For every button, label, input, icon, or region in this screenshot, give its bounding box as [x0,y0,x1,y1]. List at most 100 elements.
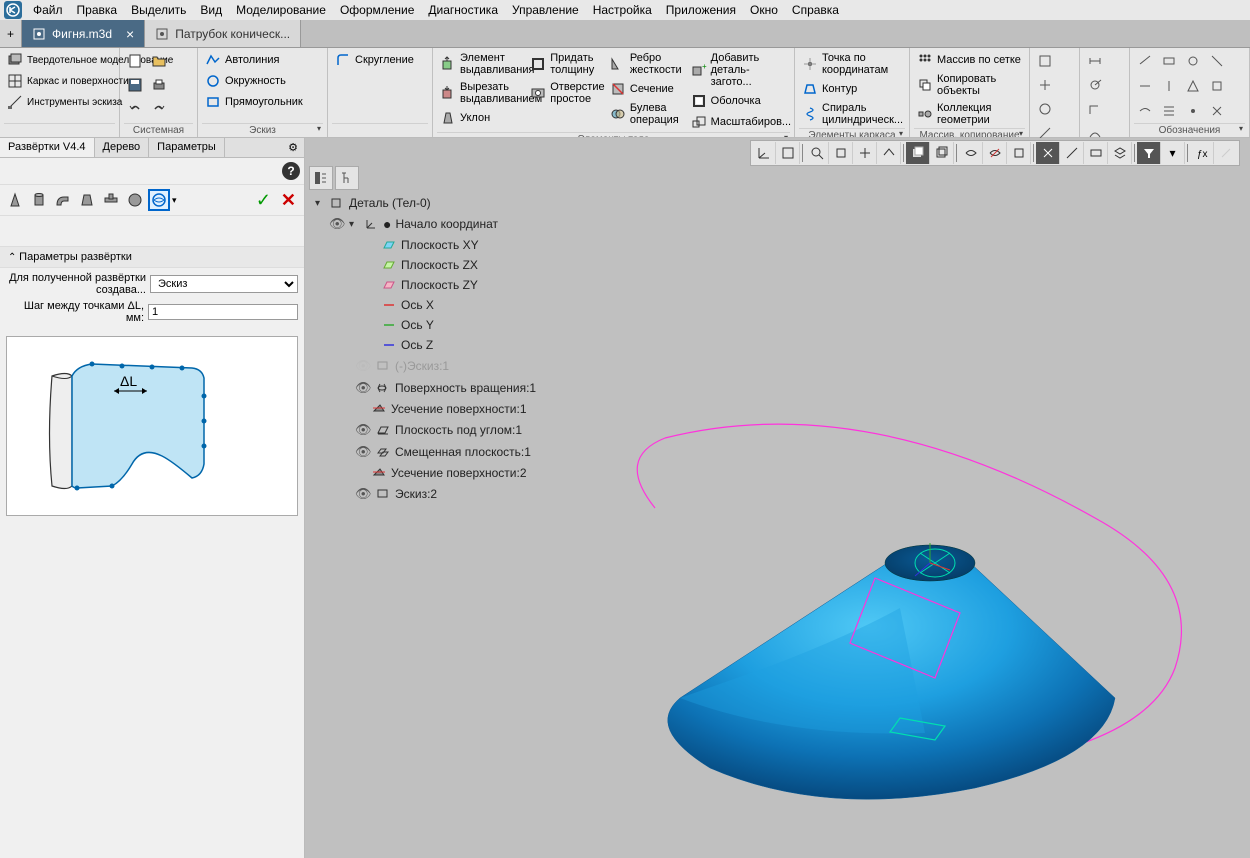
shape-transition[interactable] [76,189,98,211]
annot-btn-8[interactable] [1206,75,1228,97]
dim-btn-1[interactable] [1084,50,1106,72]
dim-btn-3[interactable] [1084,98,1106,120]
tree-revolve[interactable]: 👁Поверхность вращения:1 [315,377,536,399]
rectangle-button[interactable]: Прямоугольник [202,92,323,112]
vbtn-edit[interactable] [1214,142,1238,164]
annot-btn-5[interactable] [1134,75,1156,97]
spiral-button[interactable]: Спираль цилиндрическ... [799,100,905,128]
menu-select[interactable]: Выделить [124,1,193,19]
step-input[interactable] [148,304,298,320]
save-button[interactable] [124,74,146,96]
visibility-icon[interactable]: 👁 [355,444,371,460]
expand-icon[interactable]: ▾ [349,219,359,230]
tab-params[interactable]: Параметры [149,138,225,157]
close-tab-icon[interactable]: × [126,26,134,42]
vbtn-dropdown[interactable]: ▾ [1161,142,1185,164]
shape-custom[interactable] [148,189,170,211]
extrude-button[interactable]: Элемент выдавливания [437,50,525,78]
help-button[interactable]: ? [282,162,300,180]
shell-button[interactable]: Оболочка [688,91,790,111]
tree-offset-plane[interactable]: 👁Смещенная плоскость:1 [315,441,536,463]
params-section-title[interactable]: Параметры развёртки [0,246,304,268]
menu-settings[interactable]: Настройка [586,1,659,19]
vbtn-measure[interactable] [1060,142,1084,164]
aux-btn-2[interactable] [1034,74,1056,96]
annot-btn-3[interactable] [1182,50,1204,72]
shape-cone[interactable] [4,189,26,211]
undo-button[interactable] [124,98,146,120]
create-as-select[interactable]: Эскиз [150,275,298,293]
annot-btn-11[interactable] [1182,100,1204,122]
annot-btn-4[interactable] [1206,50,1228,72]
viewport-3d[interactable]: ▾ ƒx ▾ Деталь (Тел-0) 👁 ▾ ● Начало коорд… [305,138,1250,858]
menu-design[interactable]: Оформление [333,1,421,19]
open-button[interactable] [148,50,170,72]
dim-btn-2[interactable] [1084,74,1106,96]
tree-sketch2[interactable]: 👁Эскиз:2 [315,483,536,505]
annot-btn-10[interactable] [1158,100,1180,122]
visibility-icon[interactable]: 👁 [355,486,371,502]
tree-origin[interactable]: 👁 ▾ ● Начало координат [315,213,536,235]
scale-button[interactable]: Масштабиров... [688,112,790,132]
tree-expand-button[interactable] [335,166,359,190]
vbtn-section[interactable] [1084,142,1108,164]
contour-button[interactable]: Контур [799,79,905,99]
vbtn-orient[interactable] [877,142,901,164]
new-tab-button[interactable]: + [0,20,22,47]
menu-file[interactable]: Файл [26,1,70,19]
vbtn-wire[interactable] [930,142,954,164]
vbtn-layers[interactable] [1108,142,1132,164]
annot-btn-6[interactable] [1158,75,1180,97]
cut-extrude-button[interactable]: Вырезать выдавливанием [437,79,525,107]
menu-view[interactable]: Вид [193,1,229,19]
menu-window[interactable]: Окно [743,1,785,19]
shape-cylinder[interactable] [28,189,50,211]
panel-settings-button[interactable]: ⚙ [282,138,304,157]
aux-btn-1[interactable] [1034,50,1056,72]
expand-icon[interactable]: ▾ [315,198,325,209]
shape-sphere[interactable] [124,189,146,211]
tab-unfold[interactable]: Развёртки V4.4 [0,138,95,157]
rib-button[interactable]: Ребро жесткости [607,50,686,78]
section-button[interactable]: Сечение [607,79,686,99]
tree-plane-zy[interactable]: Плоскость ZY [315,275,536,295]
shape-tee[interactable] [100,189,122,211]
thicken-button[interactable]: Придать толщину [527,50,605,78]
tree-axis-x[interactable]: Ось X [315,295,536,315]
point-button[interactable]: Точка по координатам [799,50,905,78]
solid-modeling-button[interactable]: Твердотельное моделирование [4,50,115,70]
menu-diagnostics[interactable]: Диагностика [421,1,505,19]
wireframe-button[interactable]: Каркас и поверхности [4,71,115,91]
tree-root[interactable]: ▾ Деталь (Тел-0) [315,193,536,213]
tree-plane-zx[interactable]: Плоскость ZX [315,255,536,275]
tree-collapse-button[interactable] [309,166,333,190]
geom-collection-button[interactable]: Коллекция геометрии [914,100,1025,128]
tree-trim2[interactable]: Усечение поверхности:2 [315,463,536,483]
annot-btn-12[interactable] [1206,100,1228,122]
tree-sketch1[interactable]: 👁(-)Эскиз:1 [315,355,536,377]
array-grid-button[interactable]: Массив по сетке [914,50,1025,70]
tab-active-doc[interactable]: Фигня.m3d × [22,20,145,47]
new-button[interactable] [124,50,146,72]
tab-inactive-doc[interactable]: Патрубок коническ... [145,20,301,47]
visibility-icon[interactable]: 👁 [355,422,371,438]
visibility-icon[interactable]: 👁 [355,358,371,374]
annot-btn-9[interactable] [1134,100,1156,122]
tree-plane-xy[interactable]: Плоскость XY [315,235,536,255]
vbtn-axes[interactable] [752,142,776,164]
visibility-icon[interactable]: 👁 [329,216,345,232]
vbtn-vis2[interactable] [983,142,1007,164]
aux-btn-3[interactable] [1034,98,1056,120]
autoline-button[interactable]: Автолиния [202,50,323,70]
draft-button[interactable]: Уклон [437,108,525,128]
circle-button[interactable]: Окружность [202,71,323,91]
tree-angle-plane[interactable]: 👁Плоскость под углом:1 [315,419,536,441]
tree-axis-z[interactable]: Ось Z [315,335,536,355]
annot-btn-7[interactable] [1182,75,1204,97]
copy-objects-button[interactable]: Копировать объекты [914,71,1025,99]
menu-modeling[interactable]: Моделирование [229,1,333,19]
vbtn-vis3[interactable] [1007,142,1031,164]
redo-button[interactable] [148,98,170,120]
vbtn-filter[interactable] [1137,142,1161,164]
print-button[interactable] [148,74,170,96]
